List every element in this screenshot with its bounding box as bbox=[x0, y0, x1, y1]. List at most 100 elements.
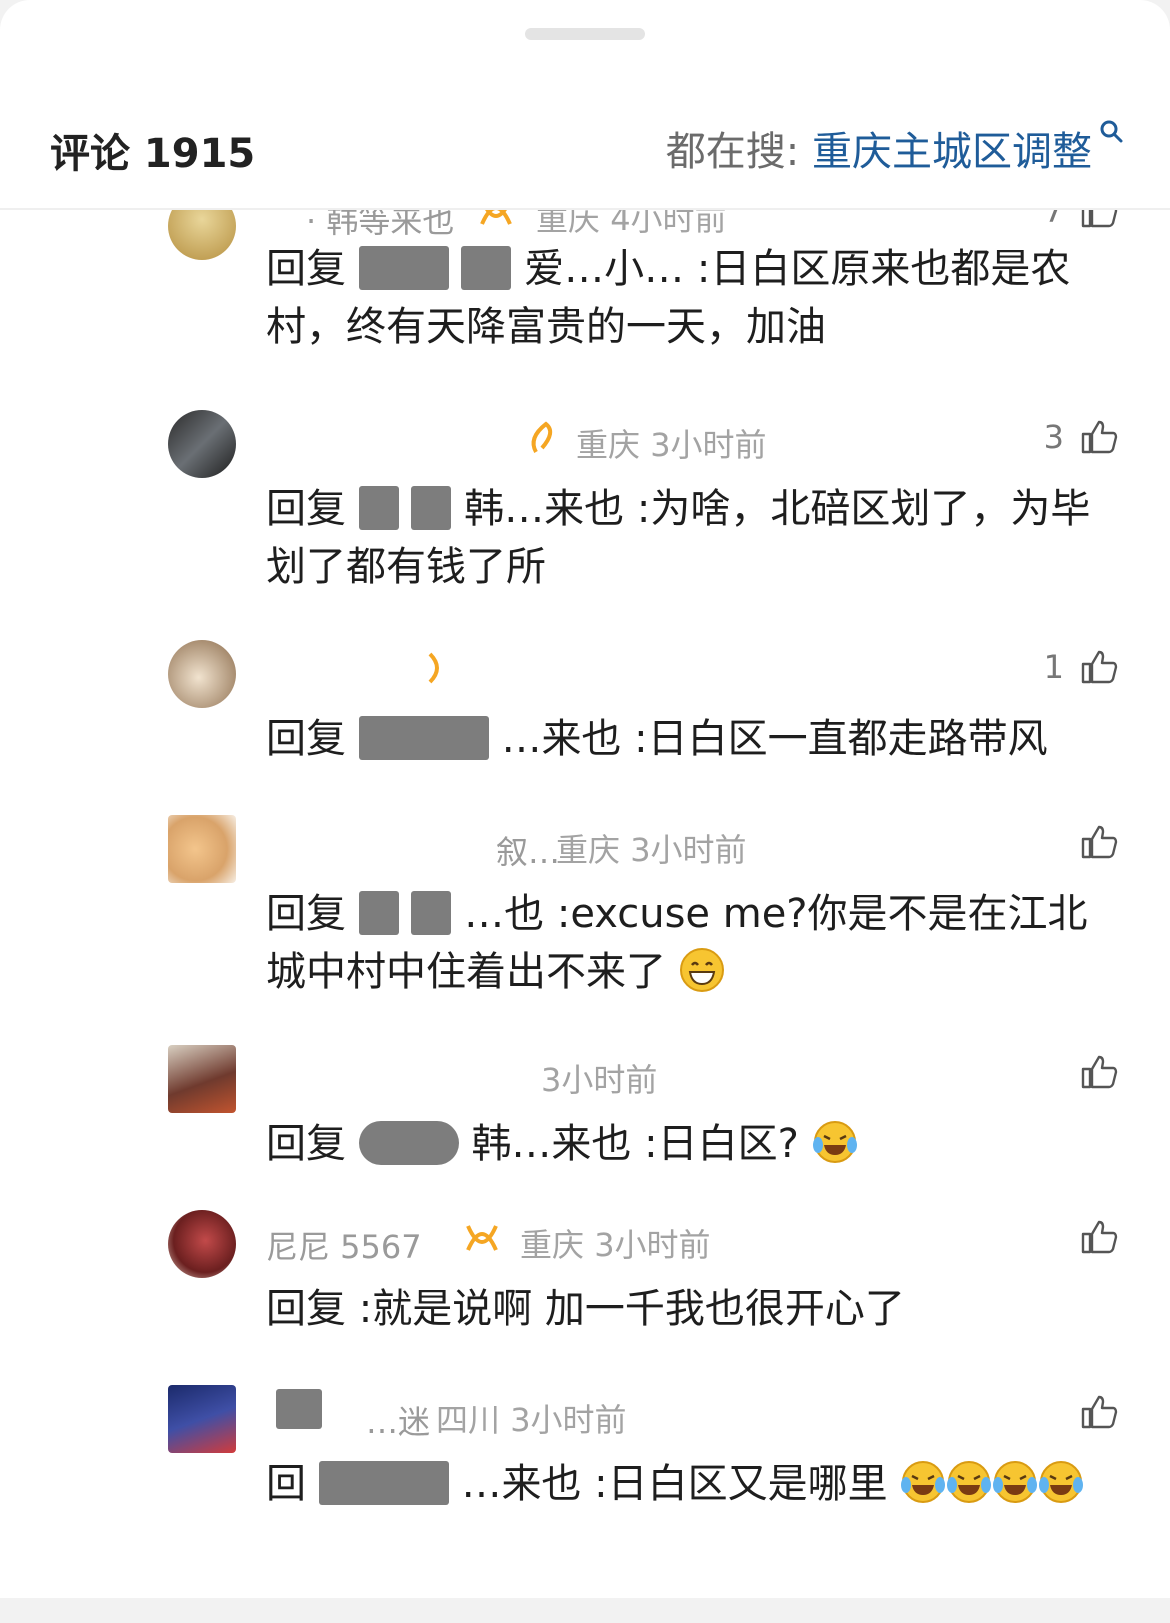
like-button[interactable] bbox=[1064, 819, 1118, 865]
avatar[interactable] bbox=[168, 1210, 236, 1278]
timestamp: 3小时前 bbox=[630, 831, 747, 869]
redacted-block bbox=[358, 891, 399, 935]
reply-target[interactable]: 韩…来也 bbox=[464, 486, 624, 532]
timestamp: 3小时前 bbox=[594, 1226, 711, 1264]
redacted-block bbox=[461, 246, 512, 290]
like-count: 7 bbox=[1043, 210, 1064, 230]
redacted-block bbox=[358, 1121, 459, 1165]
like-count: 3 bbox=[1043, 418, 1064, 456]
comment-meta: 尼尼 5567 重庆 3小时前 bbox=[266, 1214, 1130, 1266]
comment-location-time: 重庆 4小时前 bbox=[536, 210, 727, 240]
like-button[interactable] bbox=[1064, 1389, 1118, 1435]
grin-emoji-icon bbox=[679, 948, 724, 992]
badge-icon bbox=[531, 421, 553, 453]
comment-body: :日白区又是哪里 bbox=[594, 1461, 888, 1507]
location: 重庆 bbox=[536, 210, 601, 238]
comment-location-time: 重庆 3小时前 bbox=[576, 420, 767, 466]
trending-label: 都在搜: bbox=[665, 129, 812, 175]
comment-meta: 重庆 3小时前 3 bbox=[266, 414, 1130, 464]
trending-term-link[interactable]: 重庆主城区调整 bbox=[812, 129, 1092, 175]
comment-count-title: 评论 1915 bbox=[50, 131, 256, 177]
reply-label: 回复 bbox=[266, 1121, 346, 1167]
timestamp: 3小时前 bbox=[510, 1401, 627, 1439]
redacted-block bbox=[411, 486, 452, 530]
thumb-up-icon bbox=[1081, 650, 1118, 684]
laugh-cry-emoji-icon bbox=[993, 1461, 1038, 1503]
laugh-cry-emoji-icon bbox=[901, 1461, 946, 1503]
search-icon[interactable] bbox=[1098, 119, 1124, 145]
comment-text: 回复 韩…来也 :日白区? bbox=[266, 1115, 1126, 1173]
comment-sheet: 评论 1915 都在搜: 重庆主城区调整 · 韩等来也 重庆 4小时前 7 回复… bbox=[0, 0, 1170, 1598]
comment-meta: 1 bbox=[266, 644, 1130, 694]
comment-text: 回复 …来也 :日白区一直都走路带风 bbox=[266, 710, 1126, 768]
reply-target[interactable]: …来也 bbox=[461, 1461, 581, 1507]
reply-label: 回复 bbox=[266, 1286, 346, 1332]
username[interactable]: 尼尼 5567 bbox=[266, 1222, 422, 1268]
avatar[interactable] bbox=[168, 640, 236, 708]
thumb-up-icon bbox=[1081, 1055, 1118, 1089]
timestamp: 3小时前 bbox=[541, 1061, 658, 1099]
comment-meta: · 韩等来也 重庆 4小时前 7 bbox=[266, 210, 1130, 240]
avatar[interactable] bbox=[168, 1385, 236, 1453]
avatar[interactable] bbox=[168, 1045, 236, 1113]
like-button[interactable]: 7 bbox=[1044, 210, 1118, 234]
comment-meta: 3小时前 bbox=[266, 1049, 1130, 1099]
reply-target[interactable]: …也 bbox=[464, 891, 544, 937]
comment-text: 回复 :就是说啊 加一千我也很开心了 bbox=[266, 1280, 1126, 1338]
comment-header: 评论 1915 都在搜: 重庆主城区调整 bbox=[0, 85, 1170, 210]
location: 重庆 bbox=[556, 831, 621, 869]
thumb-up-icon bbox=[1081, 210, 1118, 228]
comment-text: 回复 韩…来也 :为啥，北碚区划了，为毕划了都有钱了所 bbox=[266, 480, 1126, 596]
redacted-block bbox=[276, 1389, 322, 1429]
trending-search[interactable]: 都在搜: 重庆主城区调整 bbox=[666, 119, 1124, 177]
reply-label: 回 bbox=[266, 1461, 306, 1507]
comment-body: :日白区? bbox=[644, 1121, 799, 1167]
location: 重庆 bbox=[576, 426, 641, 464]
redacted-block bbox=[358, 486, 399, 530]
thumb-up-icon bbox=[1081, 1395, 1118, 1429]
reply-target[interactable]: 韩…来也 bbox=[471, 1121, 631, 1167]
reply-label: 回复 bbox=[266, 246, 346, 292]
redacted-block bbox=[411, 891, 452, 935]
redacted-block bbox=[358, 716, 489, 760]
comment-meta: 叙… 重庆 3小时前 bbox=[266, 819, 1130, 871]
comment-list[interactable]: · 韩等来也 重庆 4小时前 7 回复 爱…小… :日白区原来也都是农村，终有天… bbox=[0, 210, 1170, 1598]
username[interactable]: …迷 bbox=[366, 1397, 430, 1443]
redacted-block bbox=[358, 246, 449, 290]
comment-location-time: 3小时前 bbox=[541, 1055, 657, 1101]
like-button[interactable]: 3 bbox=[1044, 414, 1118, 460]
avatar[interactable] bbox=[168, 210, 236, 260]
reply-target[interactable]: …来也 bbox=[501, 716, 621, 762]
badge-icon bbox=[428, 652, 439, 684]
like-button[interactable]: 1 bbox=[1044, 644, 1118, 690]
reply-label: 回复 bbox=[266, 486, 346, 532]
reply-label: 回复 bbox=[266, 716, 346, 762]
reply-target[interactable]: 爱…小… bbox=[524, 246, 684, 292]
comment-text: 回复 …也 :excuse me?你是不是在江北城中村中住着出不来了 bbox=[266, 885, 1126, 1001]
location: 四川 bbox=[436, 1401, 501, 1439]
badge-icon bbox=[466, 1225, 498, 1251]
avatar[interactable] bbox=[168, 410, 236, 478]
redacted-block bbox=[318, 1461, 449, 1505]
avatar[interactable] bbox=[168, 815, 236, 883]
comment-text: 回 …来也 :日白区又是哪里 bbox=[266, 1455, 1126, 1513]
comment-body: :就是说啊 加一千我也很开心了 bbox=[358, 1286, 905, 1332]
badge-icon bbox=[480, 210, 512, 225]
laugh-cry-emoji-icon bbox=[947, 1461, 992, 1503]
drag-handle[interactable] bbox=[525, 28, 645, 40]
like-button[interactable] bbox=[1064, 1214, 1118, 1260]
like-button[interactable] bbox=[1064, 1049, 1118, 1095]
reply-label: 回复 bbox=[266, 891, 346, 937]
comment-location-time: 重庆 3小时前 bbox=[520, 1220, 711, 1266]
username[interactable]: 叙… bbox=[496, 827, 560, 873]
comment-meta: …迷 四川 3小时前 bbox=[266, 1389, 1130, 1441]
laugh-cry-emoji-icon bbox=[812, 1121, 857, 1163]
comment-location-time: 四川 3小时前 bbox=[436, 1395, 627, 1441]
comment-text: 回复 爱…小… :日白区原来也都是农村，终有天降富贵的一天，加油 bbox=[266, 240, 1126, 356]
username[interactable]: · 韩等来也 bbox=[306, 210, 454, 242]
location: 重庆 bbox=[520, 1226, 585, 1264]
comment-body: :日白区一直都走路带风 bbox=[634, 716, 1048, 762]
thumb-up-icon bbox=[1081, 1220, 1118, 1254]
comment-location-time: 重庆 3小时前 bbox=[556, 825, 747, 871]
laugh-cry-emoji-icon bbox=[1039, 1461, 1084, 1503]
